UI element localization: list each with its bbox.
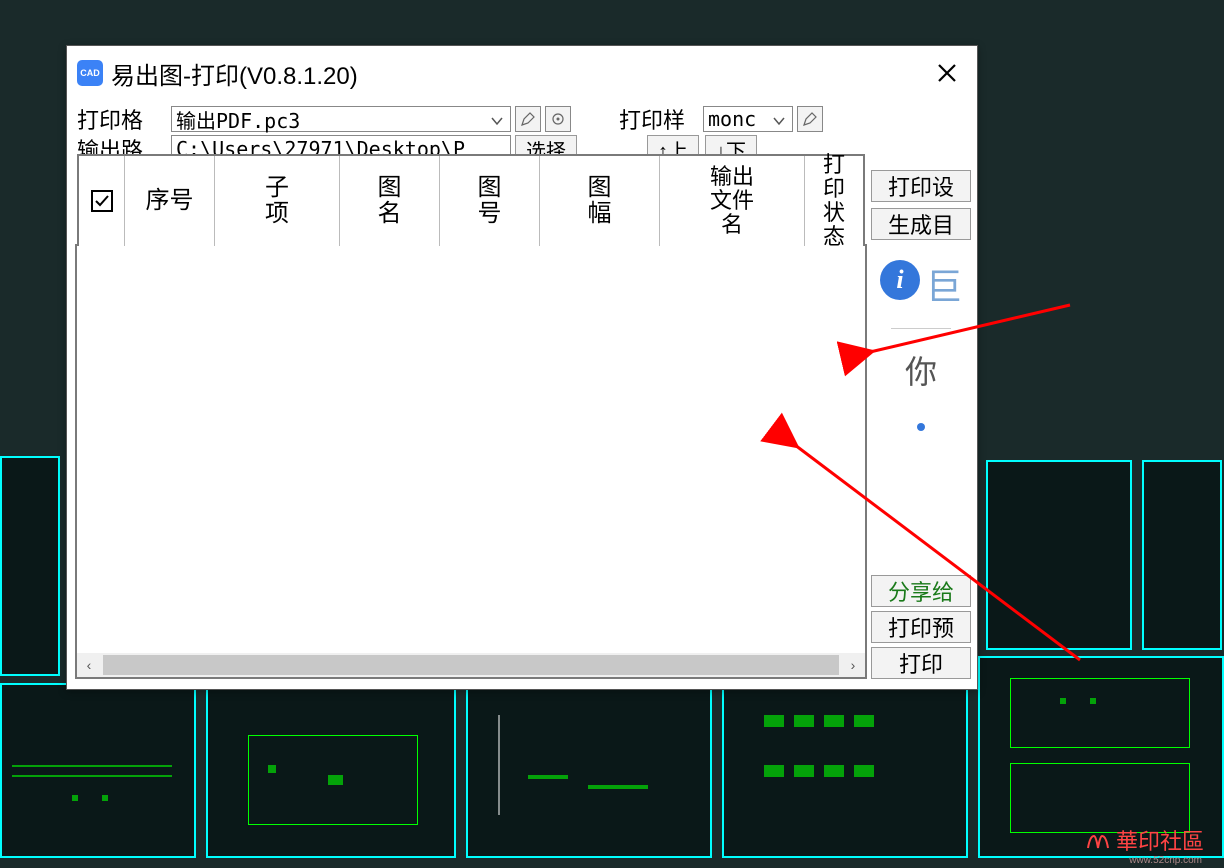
column-name[interactable]: 图 名 (340, 156, 440, 246)
chevron-down-icon (490, 107, 504, 131)
info-panel: i 巨 你 (871, 246, 971, 569)
watermark: 華印社區 (1084, 824, 1204, 856)
chevron-down-icon (772, 107, 786, 131)
app-icon: CAD (77, 60, 103, 86)
target-button[interactable] (545, 106, 571, 132)
scroll-right-button[interactable]: › (841, 653, 865, 677)
select-all-checkbox[interactable] (91, 190, 113, 212)
print-format-select[interactable]: 输出PDF.pc3 (171, 106, 511, 132)
title-bar: CAD 易出图-打印(V0.8.1.20) (67, 46, 977, 100)
checkmark-icon (93, 192, 111, 210)
watermark-url: www.52cnp.com (1129, 855, 1202, 866)
info-icon: i (880, 260, 920, 300)
share-button[interactable]: 分享给 (871, 575, 971, 607)
print-format-label: 打印格 (77, 103, 167, 135)
print-style-label: 打印样 (619, 103, 699, 135)
column-no[interactable]: 图 号 (440, 156, 540, 246)
table-header: 序号 子 项 图 名 图 号 图 幅 输出 文件 名 打 印 状 态 (77, 154, 865, 246)
edit-format-button[interactable] (515, 106, 541, 132)
info-text-1: 巨 (926, 258, 962, 310)
print-settings-button[interactable]: 打印设 (871, 170, 971, 202)
column-size[interactable]: 图 幅 (540, 156, 660, 246)
scroll-left-button[interactable]: ‹ (77, 653, 101, 677)
print-style-select[interactable]: monc (703, 106, 793, 132)
close-button[interactable] (927, 53, 967, 93)
print-dialog: CAD 易出图-打印(V0.8.1.20) 打印格 输出PDF.pc3 打印样 (66, 45, 978, 690)
info-text-2: 你 (905, 347, 937, 393)
column-status[interactable]: 打 印 状 态 (805, 156, 863, 246)
pencil-icon (802, 111, 818, 127)
target-icon (550, 111, 566, 127)
edit-style-button[interactable] (797, 106, 823, 132)
generate-catalog-button[interactable]: 生成目 (871, 208, 971, 240)
column-sub[interactable]: 子 项 (215, 156, 340, 246)
horizontal-scrollbar[interactable]: ‹ › (77, 653, 865, 677)
print-button[interactable]: 打印 (871, 647, 971, 679)
scroll-thumb[interactable] (103, 655, 839, 675)
column-output[interactable]: 输出 文件 名 (660, 156, 805, 246)
pencil-icon (520, 111, 536, 127)
status-dot (917, 423, 925, 431)
close-icon (937, 63, 957, 83)
dialog-title: 易出图-打印(V0.8.1.20) (111, 56, 927, 91)
drawing-table: 序号 子 项 图 名 图 号 图 幅 输出 文件 名 打 印 状 态 ‹ › (75, 244, 867, 679)
watermark-icon (1084, 826, 1112, 854)
column-seq[interactable]: 序号 (125, 156, 215, 246)
print-preview-button[interactable]: 打印预 (871, 611, 971, 643)
side-panel: 打印设 生成目 i 巨 你 分享给 打印预 打印 (871, 170, 971, 679)
column-check[interactable] (79, 156, 125, 246)
